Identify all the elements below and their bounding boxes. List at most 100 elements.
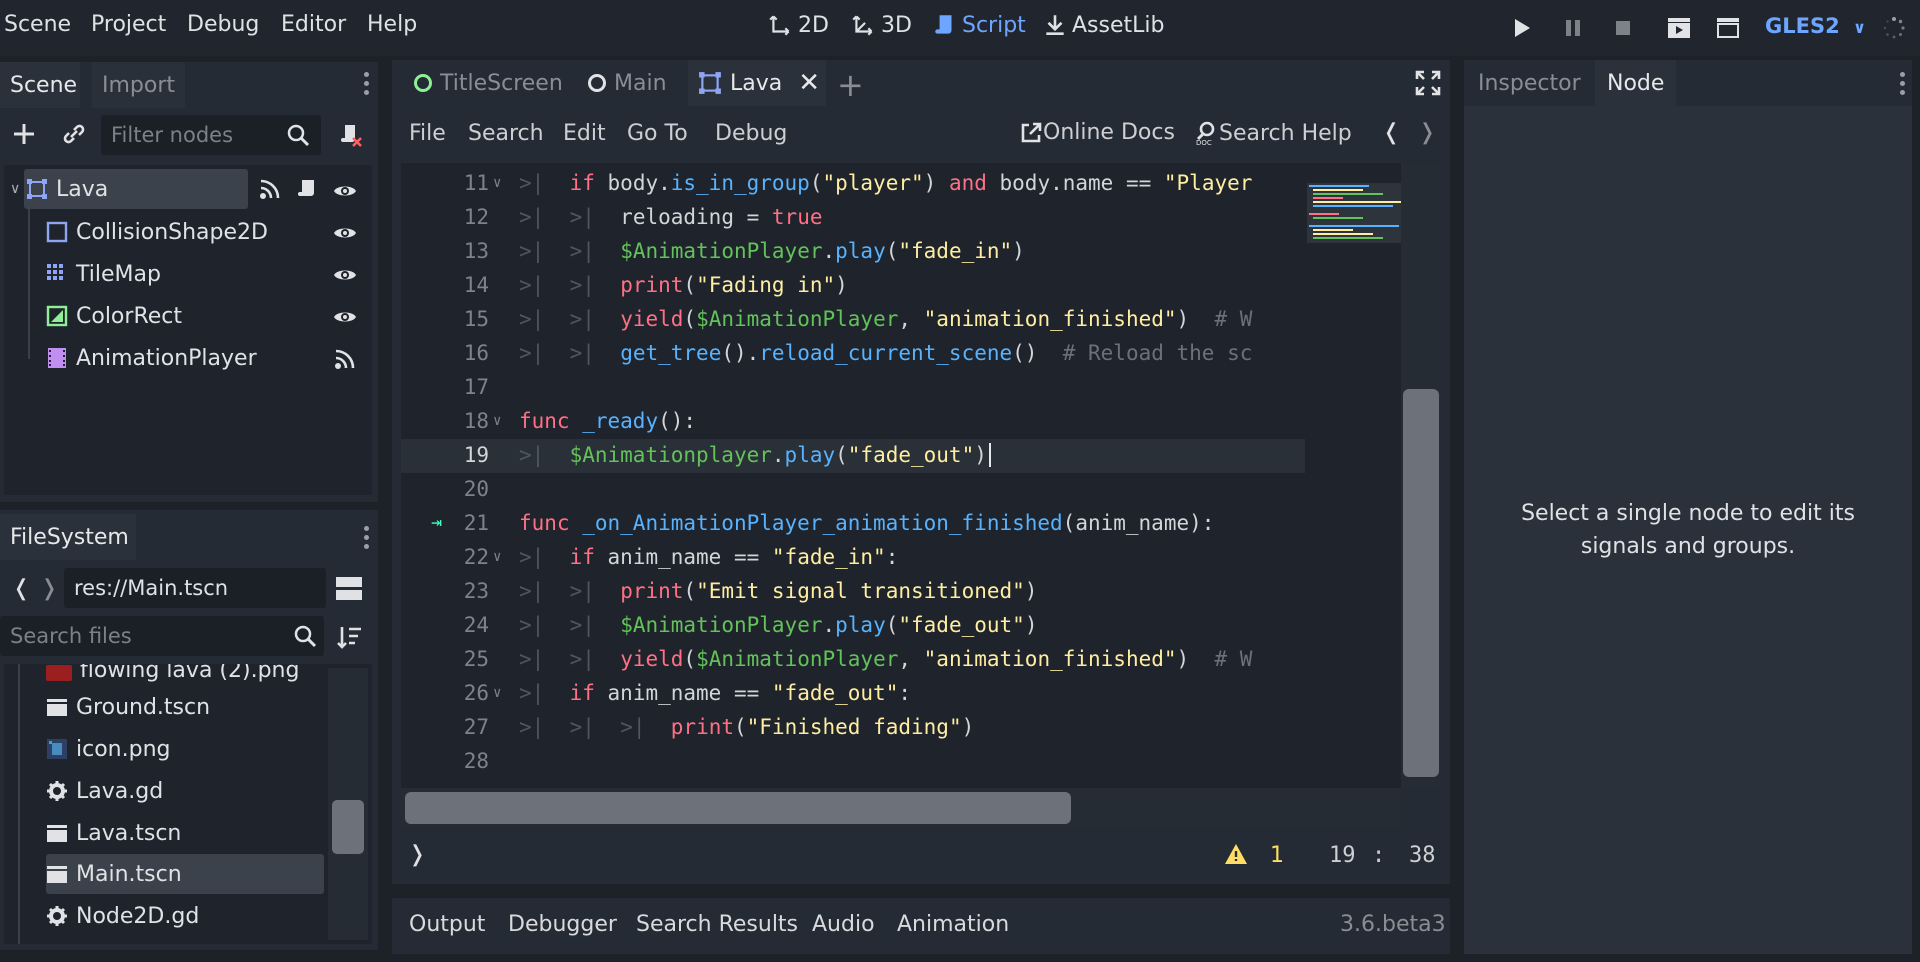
line-number: 16 [463, 341, 489, 365]
tab-node[interactable]: Node [1595, 60, 1677, 106]
line-number: 21 [463, 511, 489, 535]
scrollbar-thumb[interactable] [405, 792, 1071, 824]
online-docs-button[interactable]: Online Docs [1019, 120, 1175, 145]
tab-scene[interactable]: Scene [0, 62, 80, 108]
code-horizontal-scrollbar[interactable] [401, 788, 1401, 828]
signal-icon[interactable] [333, 347, 357, 375]
play-scene-button[interactable] [1665, 14, 1693, 42]
tree-node-colorrect[interactable]: ColorRect [46, 296, 182, 336]
tab-import[interactable]: Import [92, 62, 186, 108]
scrollbar-thumb[interactable] [1403, 389, 1439, 777]
prev-script-arrow-icon[interactable]: ❬ [1382, 120, 1400, 145]
filesystem-menu-icon[interactable] [362, 526, 370, 549]
editor-tab-lava[interactable]: Lava ✕ [688, 60, 827, 106]
remote-tree-button[interactable] [338, 122, 364, 148]
distraction-free-button[interactable] [1415, 70, 1441, 100]
renderer-select[interactable]: GLES2 ∨ [1765, 14, 1866, 38]
add-tab-plus-icon[interactable]: + [837, 66, 864, 104]
line-number: 23 [463, 579, 489, 603]
visibility-eye-icon[interactable] [333, 263, 357, 291]
menu-help[interactable]: Help [367, 12, 417, 37]
script-remove-icon [341, 125, 362, 147]
node-dock-menu-icon[interactable] [1898, 72, 1906, 95]
menu-project[interactable]: Project [91, 12, 166, 37]
file-item[interactable]: Main.tscn [46, 854, 182, 894]
play-button[interactable] [1508, 14, 1536, 42]
file-item[interactable]: Lava.tscn [46, 813, 181, 853]
code-editor[interactable]: 11 ∨ >| if body.is_in_group("player") and … [401, 163, 1441, 788]
line-number: 28 [463, 749, 489, 773]
tab-inspector[interactable]: Inspector [1468, 60, 1591, 106]
visibility-eye-icon[interactable] [333, 221, 357, 249]
node-circle-icon [588, 74, 606, 92]
sort-icon[interactable] [337, 624, 363, 654]
editor-tab-titlescreen[interactable]: TitleScreen [404, 60, 573, 106]
file-item[interactable]: Node2D.gd [46, 896, 199, 936]
stop-button[interactable] [1609, 14, 1637, 42]
version-label[interactable]: 3.6.beta3 [1340, 912, 1446, 937]
warning-icon[interactable] [1224, 843, 1248, 869]
fold-arrow-icon[interactable]: ∨ [493, 676, 501, 710]
script-menu-goto[interactable]: Go To [627, 121, 688, 146]
fold-arrow-icon[interactable]: ∨ [493, 540, 501, 574]
toggle-split-mode-button[interactable] [336, 575, 362, 601]
code-status-bar [392, 830, 1450, 884]
bottom-tab-audio[interactable]: Audio [812, 912, 875, 937]
menu-editor[interactable]: Editor [281, 12, 346, 37]
toggle-scripts-panel-arrow-icon[interactable]: ❭ [408, 842, 426, 867]
tree-node-animationplayer[interactable]: AnimationPlayer [46, 338, 257, 378]
next-script-arrow-icon[interactable]: ❭ [1418, 120, 1436, 145]
forward-arrow-icon[interactable]: ❭ [40, 576, 58, 601]
script-menu-file[interactable]: File [409, 121, 446, 146]
menu-scene[interactable]: Scene [4, 12, 71, 37]
workspace-3d-button[interactable]: 3D [851, 12, 912, 38]
code-vertical-scrollbar[interactable] [1401, 163, 1441, 788]
search-files-input[interactable]: Search files [0, 616, 324, 656]
node2d-circle-icon [414, 74, 432, 92]
script-menu-search[interactable]: Search [468, 121, 544, 146]
scrollbar-thumb[interactable] [332, 800, 364, 854]
path-field[interactable]: res://Main.tscn [64, 568, 326, 608]
loading-spinner-icon [1882, 16, 1906, 40]
line-number: 13 [463, 239, 489, 263]
editor-tab-main[interactable]: Main [578, 60, 677, 106]
bottom-tab-debugger[interactable]: Debugger [508, 912, 617, 937]
code-line-24: 24 >| >| $AnimationPlayer.play("fade_out"… [401, 608, 1441, 642]
colorrect-icon [46, 305, 68, 327]
play-icon [1515, 19, 1530, 37]
bottom-tab-animation[interactable]: Animation [897, 912, 1009, 937]
file-list-scrollbar[interactable] [328, 668, 368, 940]
script-menu-debug[interactable]: Debug [715, 121, 787, 146]
tree-node-lava[interactable]: ∨ Lava [10, 169, 108, 209]
visibility-eye-icon[interactable] [333, 179, 357, 207]
search-help-button[interactable]: DOC Search Help [1195, 120, 1352, 147]
add-node-button[interactable] [10, 120, 38, 148]
file-item[interactable]: icon.png [46, 729, 170, 769]
bottom-tab-search-results[interactable]: Search Results [636, 912, 798, 937]
instance-scene-button[interactable] [60, 120, 88, 148]
tree-node-collisionshape2d[interactable]: CollisionShape2D [46, 212, 268, 252]
pause-button[interactable] [1559, 14, 1587, 42]
tree-node-tilemap[interactable]: TileMap [46, 254, 161, 294]
workspace-2d-button[interactable]: 2D [768, 12, 829, 38]
visibility-eye-icon[interactable] [333, 305, 357, 333]
bottom-tab-output[interactable]: Output [409, 912, 485, 937]
workspace-script-button[interactable]: Script [932, 12, 1026, 38]
menu-debug[interactable]: Debug [187, 12, 259, 37]
warning-count[interactable]: 1 [1270, 843, 1284, 868]
file-item[interactable]: Lava.gd [46, 771, 163, 811]
line-number: 25 [463, 647, 489, 671]
signal-icon[interactable] [258, 177, 282, 205]
script-menu-edit[interactable]: Edit [563, 121, 606, 146]
script-icon[interactable] [295, 177, 319, 205]
close-icon[interactable]: ✕ [798, 68, 820, 98]
back-arrow-icon[interactable]: ❬ [12, 576, 30, 601]
workspace-assetlib-button[interactable]: AssetLib [1042, 12, 1164, 38]
download-icon [1046, 15, 1064, 35]
fold-arrow-icon[interactable]: ∨ [493, 404, 501, 438]
tab-filesystem[interactable]: FileSystem [0, 514, 136, 560]
fold-arrow-icon[interactable]: ∨ [493, 166, 501, 200]
play-custom-scene-button[interactable] [1714, 14, 1742, 42]
file-item[interactable]: Ground.tscn [46, 687, 210, 727]
scene-dock-menu-icon[interactable] [362, 72, 370, 95]
